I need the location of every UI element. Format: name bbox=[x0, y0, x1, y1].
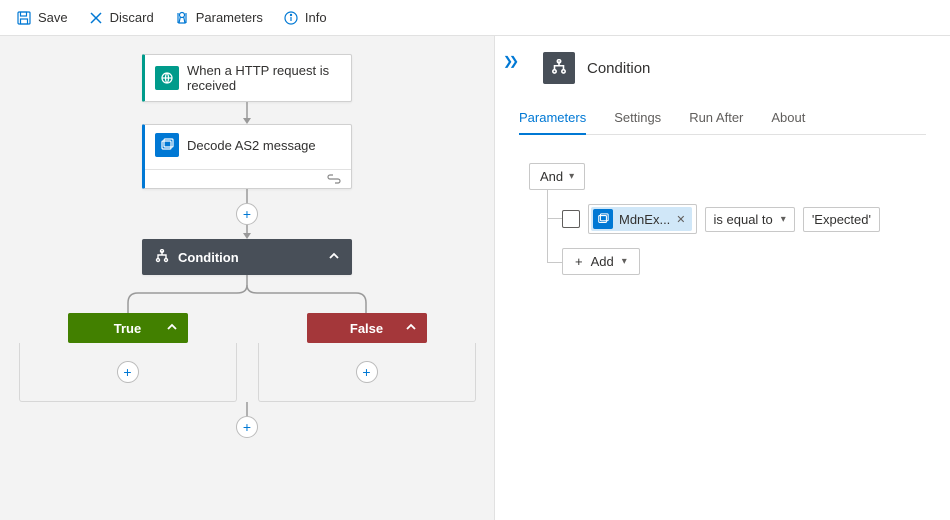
designer-canvas[interactable]: When a HTTP request is received Decode A… bbox=[0, 36, 495, 520]
tab-run-after[interactable]: Run After bbox=[689, 104, 743, 134]
false-label: False bbox=[350, 321, 383, 336]
tab-parameters[interactable]: Parameters bbox=[519, 104, 586, 135]
true-branch-body: + bbox=[19, 343, 237, 402]
connector-line bbox=[241, 402, 253, 416]
connection-indicator[interactable] bbox=[145, 169, 351, 188]
add-condition-button[interactable]: + Add ▾ bbox=[562, 248, 640, 275]
panel-header: Condition bbox=[543, 52, 926, 84]
condition-label: Condition bbox=[178, 250, 239, 265]
branch-connector bbox=[38, 275, 456, 313]
chevron-down-icon: ▾ bbox=[569, 171, 574, 182]
workflow-flow: When a HTTP request is received Decode A… bbox=[0, 54, 494, 438]
panel-tabs: Parameters Settings Run After About bbox=[519, 104, 926, 135]
tab-settings[interactable]: Settings bbox=[614, 104, 661, 134]
operand-field[interactable]: MdnEx... ✕ bbox=[588, 204, 697, 234]
save-icon bbox=[16, 10, 32, 26]
parameters-icon bbox=[174, 10, 190, 26]
http-trigger-icon bbox=[155, 66, 179, 90]
token-remove-icon[interactable]: ✕ bbox=[676, 213, 685, 226]
dynamic-content-token[interactable]: MdnEx... ✕ bbox=[591, 207, 692, 231]
false-branch: False + bbox=[256, 313, 477, 402]
false-branch-header[interactable]: False bbox=[307, 313, 427, 343]
info-label: Info bbox=[305, 10, 327, 25]
true-label: True bbox=[114, 321, 141, 336]
info-icon bbox=[283, 10, 299, 26]
decode-as2-label: Decode AS2 message bbox=[187, 138, 316, 153]
trigger-card-http-request[interactable]: When a HTTP request is received bbox=[142, 54, 352, 102]
condition-icon bbox=[543, 52, 575, 84]
save-button[interactable]: Save bbox=[8, 6, 76, 30]
plus-icon: + bbox=[575, 254, 583, 269]
condition-branches: True + False bbox=[17, 313, 477, 402]
operator-label: is equal to bbox=[714, 212, 773, 227]
chevron-up-icon bbox=[166, 321, 178, 336]
token-label: MdnEx... bbox=[619, 212, 670, 227]
group-operator-dropdown[interactable]: And ▾ bbox=[529, 163, 585, 190]
chevron-down-icon: ▾ bbox=[781, 214, 786, 225]
trigger-label: When a HTTP request is received bbox=[187, 63, 341, 93]
connector-line bbox=[241, 189, 253, 203]
true-branch: True + bbox=[17, 313, 238, 402]
tab-about[interactable]: About bbox=[771, 104, 805, 134]
discard-button[interactable]: Discard bbox=[80, 6, 162, 30]
value-field[interactable]: 'Expected' bbox=[803, 207, 880, 232]
action-card-condition[interactable]: Condition bbox=[142, 239, 352, 275]
group-operator-label: And bbox=[540, 169, 563, 184]
main-split: When a HTTP request is received Decode A… bbox=[0, 36, 950, 520]
connector-arrow bbox=[241, 102, 253, 124]
condition-builder: And ▾ MdnEx... ✕ bbox=[529, 163, 926, 275]
row-checkbox[interactable] bbox=[562, 210, 580, 228]
condition-icon bbox=[154, 249, 170, 265]
discard-icon bbox=[88, 10, 104, 26]
add-row: + Add ▾ bbox=[548, 234, 926, 275]
parameters-button[interactable]: Parameters bbox=[166, 6, 271, 30]
link-icon bbox=[327, 174, 341, 184]
save-label: Save bbox=[38, 10, 68, 25]
action-card-decode-as2[interactable]: Decode AS2 message bbox=[142, 124, 352, 189]
discard-label: Discard bbox=[110, 10, 154, 25]
false-branch-body: + bbox=[258, 343, 476, 402]
add-action-after-button[interactable]: + bbox=[236, 416, 258, 438]
condition-rows: MdnEx... ✕ is equal to ▾ 'Expected' + bbox=[547, 190, 926, 275]
add-action-button[interactable]: + bbox=[236, 203, 258, 225]
add-action-false-button[interactable]: + bbox=[356, 361, 378, 383]
chevron-down-icon: ▾ bbox=[622, 256, 627, 267]
info-button[interactable]: Info bbox=[275, 6, 335, 30]
decode-as2-icon bbox=[155, 133, 179, 157]
add-label: Add bbox=[591, 254, 614, 269]
collapse-panel-button[interactable]: ❯❯ bbox=[503, 54, 515, 68]
panel-title: Condition bbox=[587, 60, 650, 77]
command-bar: Save Discard Parameters Info bbox=[0, 0, 950, 36]
token-icon bbox=[593, 209, 613, 229]
chevron-up-icon bbox=[405, 321, 417, 336]
connector-line bbox=[241, 225, 253, 239]
condition-row: MdnEx... ✕ is equal to ▾ 'Expected' bbox=[548, 190, 926, 234]
operator-dropdown[interactable]: is equal to ▾ bbox=[705, 207, 795, 232]
parameters-label: Parameters bbox=[196, 10, 263, 25]
details-panel: ❯❯ Condition Parameters Settings Run Aft… bbox=[495, 36, 950, 520]
true-branch-header[interactable]: True bbox=[68, 313, 188, 343]
value-text: 'Expected' bbox=[812, 212, 871, 227]
chevron-up-icon bbox=[328, 250, 340, 265]
add-action-true-button[interactable]: + bbox=[117, 361, 139, 383]
